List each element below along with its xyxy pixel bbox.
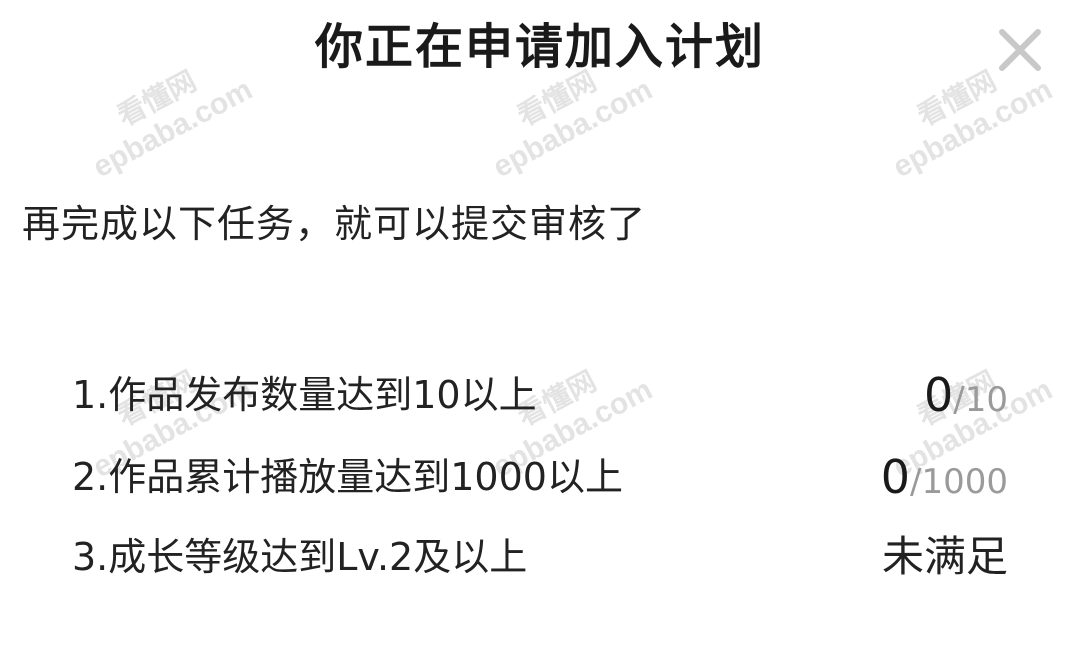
dialog-subtitle: 再完成以下任务，就可以提交审核了 — [22, 202, 647, 246]
watermark-en: epbaba.com — [487, 72, 658, 185]
task-row: 2.作品累计播放量达到1000以上 0/1000 — [72, 446, 1008, 508]
task-label: 3.成长等级达到Lv.2及以上 — [72, 535, 528, 579]
progress-current: 0 — [924, 368, 954, 422]
dialog-title: 你正在申请加入计划 — [314, 19, 765, 75]
progress-current: 0 — [880, 450, 911, 504]
close-button[interactable] — [994, 24, 1046, 76]
task-label: 1.作品发布数量达到10以上 — [72, 373, 537, 417]
task-progress: 0/1000 — [881, 446, 1008, 519]
task-progress: 0/10 — [924, 364, 1008, 437]
task-row: 1.作品发布数量达到10以上 0/10 — [72, 364, 1008, 426]
task-label: 2.作品累计播放量达到1000以上 — [72, 455, 623, 499]
task-row: 3.成长等级达到Lv.2及以上 未满足 — [72, 526, 1008, 588]
progress-target: /1000 — [910, 462, 1008, 502]
close-icon — [999, 29, 1041, 71]
watermark-en: epbaba.com — [87, 72, 258, 185]
task-status: 未满足 — [881, 532, 1008, 581]
watermark-en: epbaba.com — [887, 72, 1058, 185]
join-plan-dialog: 看懂网 epbaba.com 看懂网 epbaba.com 看懂网 epbaba… — [0, 0, 1080, 666]
progress-target: /10 — [953, 380, 1008, 420]
